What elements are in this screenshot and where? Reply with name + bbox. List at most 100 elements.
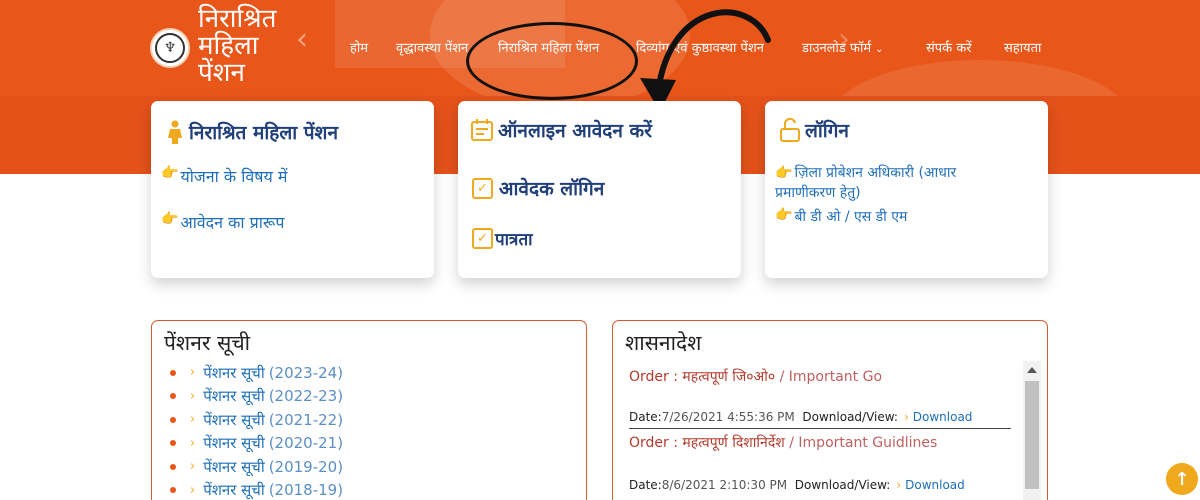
item-label: पेंशनर सूची <box>203 410 265 429</box>
list-item[interactable]: › पेंशनर सूची (2019-20) <box>170 455 343 479</box>
site-logo-text[interactable]: निराश्रित महिला पेंशन <box>198 6 277 87</box>
checkbox-icon: ✓ <box>472 177 493 199</box>
pensioner-list-panel: पेंशनर सूची › पेंशनर सूची (2023-24) › पेंशन… <box>151 320 587 500</box>
card-destitute-women-pension: निराश्रित महिला पेंशन 👉 योजना के विषय मे… <box>151 101 434 278</box>
chevron-right-icon: › <box>190 388 196 404</box>
unlock-icon <box>780 118 800 142</box>
item-year: (2022-23) <box>268 387 344 406</box>
item-label: पेंशनर सूची <box>203 481 265 500</box>
chevron-right-icon: › <box>190 435 196 451</box>
chevron-right-icon: › <box>903 410 909 424</box>
order-hindi: महत्वपूर्ण जि०ओ० <box>682 369 776 385</box>
government-orders-panel: शासनादेश Order : महत्वपूर्ण जि०ओ० / Impo… <box>612 320 1048 500</box>
bullet-icon <box>170 393 176 400</box>
list-item[interactable]: › पेंशनर सूची (2023-24) <box>170 361 343 385</box>
link-text: आवेदक लॉगिन <box>499 178 605 200</box>
bullet-icon <box>170 416 176 423</box>
item-label: पेंशनर सूची <box>203 387 265 406</box>
scrollbar-thumb[interactable] <box>1025 381 1039 489</box>
order-item: Order : महत्वपूर्ण दिशानिर्देश / Importa… <box>629 433 965 492</box>
checkbox-icon: ✓ <box>472 228 493 249</box>
calendar-icon <box>471 119 493 141</box>
scroll-to-top-button[interactable]: ↑ <box>1166 463 1198 495</box>
pointing-hand-icon: 👉 <box>775 165 793 181</box>
order-divider <box>629 428 1011 429</box>
chevron-right-icon: › <box>896 478 902 492</box>
card-title-text: लॉगिन <box>805 120 849 142</box>
nav-label: संपर्क करें <box>926 41 972 56</box>
card-online-apply: ऑनलाइन आवेदन करें ✓ आवेदक लॉगिन ✓ पात्रत… <box>458 101 741 278</box>
pointing-hand-icon: 👉 <box>775 207 793 223</box>
list-item[interactable]: › पेंशनर सूची (2018-19) <box>170 479 343 500</box>
item-label: पेंशनर सूची <box>203 457 265 476</box>
item-year: (2018-19) <box>268 481 344 500</box>
download-label: Download/View: <box>794 478 891 492</box>
order-english: / Important Go <box>775 369 883 385</box>
nav-label: होम <box>350 41 369 56</box>
scroll-up-arrow-icon[interactable] <box>1027 367 1037 373</box>
chevron-down-icon: ⌄ <box>875 44 884 55</box>
woman-icon <box>168 120 182 144</box>
link-text: बी डी ओ / एस डी एम <box>794 209 908 225</box>
order-hindi: महत्वपूर्ण दिशानिर्देश <box>682 435 785 451</box>
up-government-emblem-icon[interactable]: ♆ <box>150 28 190 68</box>
download-label: Download/View: <box>802 410 898 424</box>
item-label: पेंशनर सूची <box>203 363 265 382</box>
date-value: 8/6/2021 2:10:30 PM <box>661 478 788 492</box>
item-label: पेंशनर सूची <box>203 434 265 453</box>
nav-item-old-age-pension[interactable]: वृद्धावस्था पेंशन <box>396 38 468 56</box>
chevron-right-icon: › <box>190 365 196 381</box>
arrow-up-icon: ↑ <box>1174 468 1190 490</box>
card-title[interactable]: ऑनलाइन आवेदन करें <box>470 117 652 143</box>
chevron-right-icon: › <box>190 459 196 475</box>
link-text: आवेदन का प्रारूप <box>180 213 285 232</box>
download-link[interactable]: Download <box>913 410 973 424</box>
nav-label: डाउनलोड फॉर्म <box>802 41 872 56</box>
bullet-icon <box>170 487 176 494</box>
order-meta: Date:8/6/2021 2:10:30 PM Download/View: ›… <box>629 478 965 492</box>
link-text: पात्रता <box>495 230 533 250</box>
card-title-text: निराश्रित महिला पेंशन <box>189 122 339 144</box>
download-link[interactable]: Download <box>905 478 965 492</box>
chevron-right-icon: › <box>190 482 196 498</box>
order-item: Order : महत्वपूर्ण जि०ओ० / Important Go … <box>629 367 972 424</box>
order-title[interactable]: Order : महत्वपूर्ण दिशानिर्देश / Importa… <box>629 433 965 452</box>
logo-line: निराश्रित <box>198 4 277 34</box>
panel-title: शासनादेश <box>625 331 702 355</box>
link-district-probation-officer[interactable]: 👉 ज़िला प्रोबेशन अधिकारी (आधार प्रमाणीकरण… <box>775 163 995 203</box>
order-english: / Important Guidlines <box>784 435 938 451</box>
order-title[interactable]: Order : महत्वपूर्ण जि०ओ० / Important Go <box>629 367 972 386</box>
bullet-icon <box>170 369 176 376</box>
item-year: (2021-22) <box>268 410 344 429</box>
link-eligibility[interactable]: ✓ पात्रता <box>472 227 533 250</box>
list-item[interactable]: › पेंशनर सूची (2020-21) <box>170 432 343 456</box>
nav-label: सहायता <box>1004 41 1042 56</box>
item-year: (2023-24) <box>268 363 344 382</box>
link-text: ज़िला प्रोबेशन अधिकारी (आधार प्रमाणीकरण … <box>775 165 957 201</box>
list-item[interactable]: › पेंशनर सूची (2022-23) <box>170 385 343 409</box>
nav-item-contact[interactable]: संपर्क करें <box>926 38 972 56</box>
card-title: लॉगिन <box>779 117 849 143</box>
emblem-inner-icon: ♆ <box>155 33 185 63</box>
item-year: (2020-21) <box>268 434 344 453</box>
list-item[interactable]: › पेंशनर सूची (2021-22) <box>170 408 343 432</box>
nav-item-download-form[interactable]: डाउनलोड फॉर्म ⌄ <box>802 38 883 56</box>
slider-prev-icon[interactable]: ‹ <box>296 22 308 57</box>
date-label: Date: <box>629 410 662 424</box>
order-prefix: Order : <box>629 369 683 385</box>
item-year: (2019-20) <box>268 457 344 476</box>
nav-item-home[interactable]: होम <box>350 38 368 56</box>
link-application-format[interactable]: 👉 आवेदन का प्रारूप <box>161 211 284 233</box>
chevron-right-icon: › <box>190 412 196 428</box>
logo-line: महिला <box>198 31 259 61</box>
card-title: निराश्रित महिला पेंशन <box>167 119 338 145</box>
link-bdo-sdm[interactable]: 👉 बी डी ओ / एस डी एम <box>775 207 907 226</box>
link-scheme-about[interactable]: 👉 योजना के विषय में <box>161 165 287 187</box>
pointing-hand-icon: 👉 <box>161 165 179 181</box>
card-login: लॉगिन 👉 ज़िला प्रोबेशन अधिकारी (आधार प्रम… <box>765 101 1048 278</box>
link-applicant-login[interactable]: ✓ आवेदक लॉगिन <box>472 175 604 201</box>
nav-item-help[interactable]: सहायता <box>1004 38 1041 56</box>
order-prefix: Order : <box>629 435 683 451</box>
pointing-hand-icon: 👉 <box>161 211 179 227</box>
bullet-icon <box>170 440 176 447</box>
